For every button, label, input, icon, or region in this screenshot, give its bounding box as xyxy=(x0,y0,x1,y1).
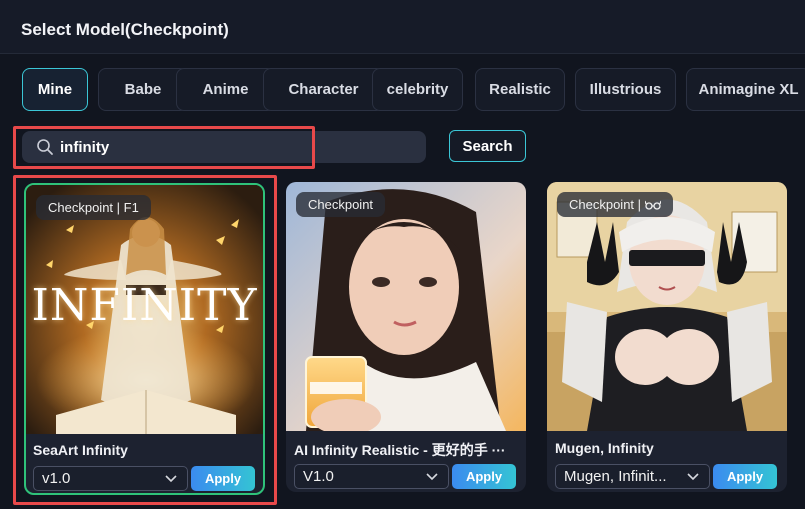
chevron-down-icon xyxy=(687,473,699,481)
version-value: Mugen, Infinit... xyxy=(564,468,667,485)
glasses-icon xyxy=(645,200,662,210)
tab-animagine-xl[interactable]: Animagine XL xyxy=(686,68,805,111)
tab-illustrious[interactable]: Illustrious xyxy=(575,68,676,111)
model-title: SeaArt Infinity xyxy=(33,442,128,458)
model-thumbnail: Checkpoint xyxy=(286,182,526,431)
infinity-logo-text: INFINITY xyxy=(31,280,258,331)
model-card-seaart-infinity[interactable]: INFINITY Checkpoint | F1 SeaArt Infinity… xyxy=(24,183,265,495)
model-type-badge: Checkpoint | F1 xyxy=(36,195,151,220)
tab-anime[interactable]: Anime xyxy=(176,68,275,111)
model-thumbnail: Checkpoint | xyxy=(547,182,787,431)
tab-character[interactable]: Character xyxy=(263,68,384,111)
category-tabs: Mine Babe Anime Character celebrity Real… xyxy=(22,68,805,111)
model-type-badge: Checkpoint | xyxy=(557,192,674,217)
character-artwork xyxy=(547,182,787,431)
version-value: V1.0 xyxy=(303,468,334,485)
dialog-header: Select Model(Checkpoint) xyxy=(0,0,805,54)
version-select[interactable]: v1.0 xyxy=(33,466,188,491)
apply-button[interactable]: Apply xyxy=(713,464,777,489)
search-icon xyxy=(37,139,53,155)
tab-celebrity[interactable]: celebrity xyxy=(372,68,463,111)
badge-label: Checkpoint | F1 xyxy=(48,200,139,215)
search-button[interactable]: Search xyxy=(449,130,526,162)
tab-realistic[interactable]: Realistic xyxy=(475,68,565,111)
version-value: v1.0 xyxy=(42,470,71,487)
version-select[interactable]: Mugen, Infinit... xyxy=(555,464,710,489)
search-input[interactable] xyxy=(60,131,420,163)
model-title: AI Infinity Realistic - 更好的手 ··· xyxy=(294,442,506,458)
dialog-title: Select Model(Checkpoint) xyxy=(21,20,229,39)
chevron-down-icon xyxy=(426,473,438,481)
chevron-down-icon xyxy=(165,475,177,483)
apply-button[interactable]: Apply xyxy=(452,464,516,489)
tab-mine[interactable]: Mine xyxy=(22,68,88,111)
version-select[interactable]: V1.0 xyxy=(294,464,449,489)
badge-label: Checkpoint xyxy=(308,197,374,212)
model-thumbnail: INFINITY Checkpoint | F1 xyxy=(26,185,263,434)
model-type-badge: Checkpoint xyxy=(296,192,386,217)
model-title: Mugen, Infinity xyxy=(555,440,654,456)
badge-label: Checkpoint | xyxy=(569,197,642,212)
portrait-artwork xyxy=(286,182,526,431)
search-field[interactable] xyxy=(22,131,426,163)
model-card-ai-infinity-realistic[interactable]: Checkpoint AI Infinity Realistic - 更好的手 … xyxy=(286,182,526,492)
tab-babe[interactable]: Babe xyxy=(98,68,188,111)
apply-button[interactable]: Apply xyxy=(191,466,255,491)
model-card-mugen-infinity[interactable]: Checkpoint | Mugen, Infinity Mugen, Infi… xyxy=(547,182,787,492)
